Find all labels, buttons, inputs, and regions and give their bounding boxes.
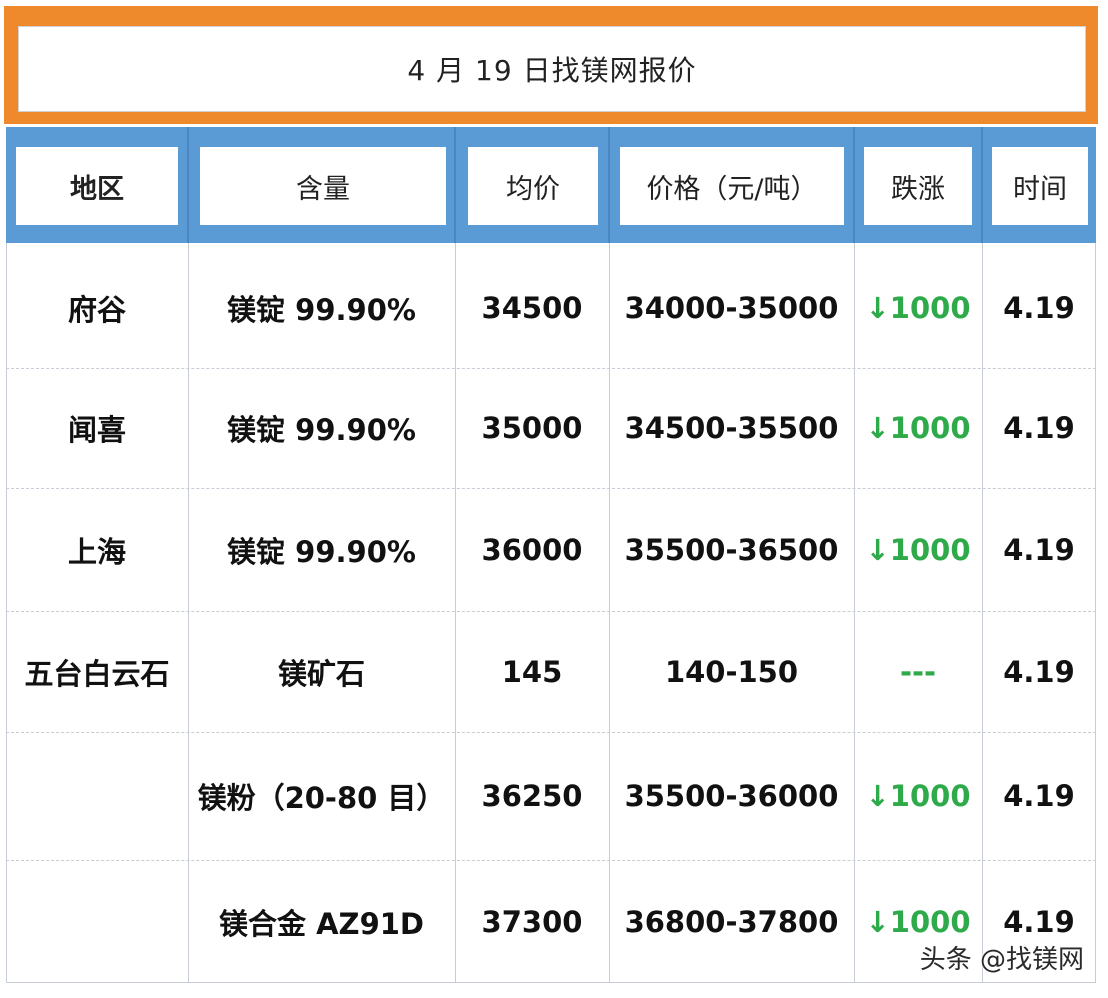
watermark: 头条 @找镁网 bbox=[919, 945, 1084, 975]
header-divider bbox=[608, 127, 610, 243]
header-price-range: 价格（元/吨） bbox=[620, 147, 844, 225]
table-border bbox=[6, 243, 1096, 983]
header-change: 跌涨 bbox=[864, 147, 972, 225]
header-divider bbox=[187, 127, 189, 243]
table-header: 地区 含量 均价 价格（元/吨） 跌涨 时间 bbox=[6, 127, 1096, 243]
title-band: 4 月 19 日找镁网报价 bbox=[4, 6, 1098, 124]
header-divider bbox=[454, 127, 456, 243]
page-title: 4 月 19 日找镁网报价 bbox=[18, 26, 1086, 112]
header-region: 地区 bbox=[16, 147, 178, 225]
header-divider bbox=[981, 127, 983, 243]
header-content: 含量 bbox=[200, 147, 446, 225]
header-avg-price: 均价 bbox=[468, 147, 598, 225]
header-divider bbox=[853, 127, 855, 243]
header-time: 时间 bbox=[992, 147, 1088, 225]
